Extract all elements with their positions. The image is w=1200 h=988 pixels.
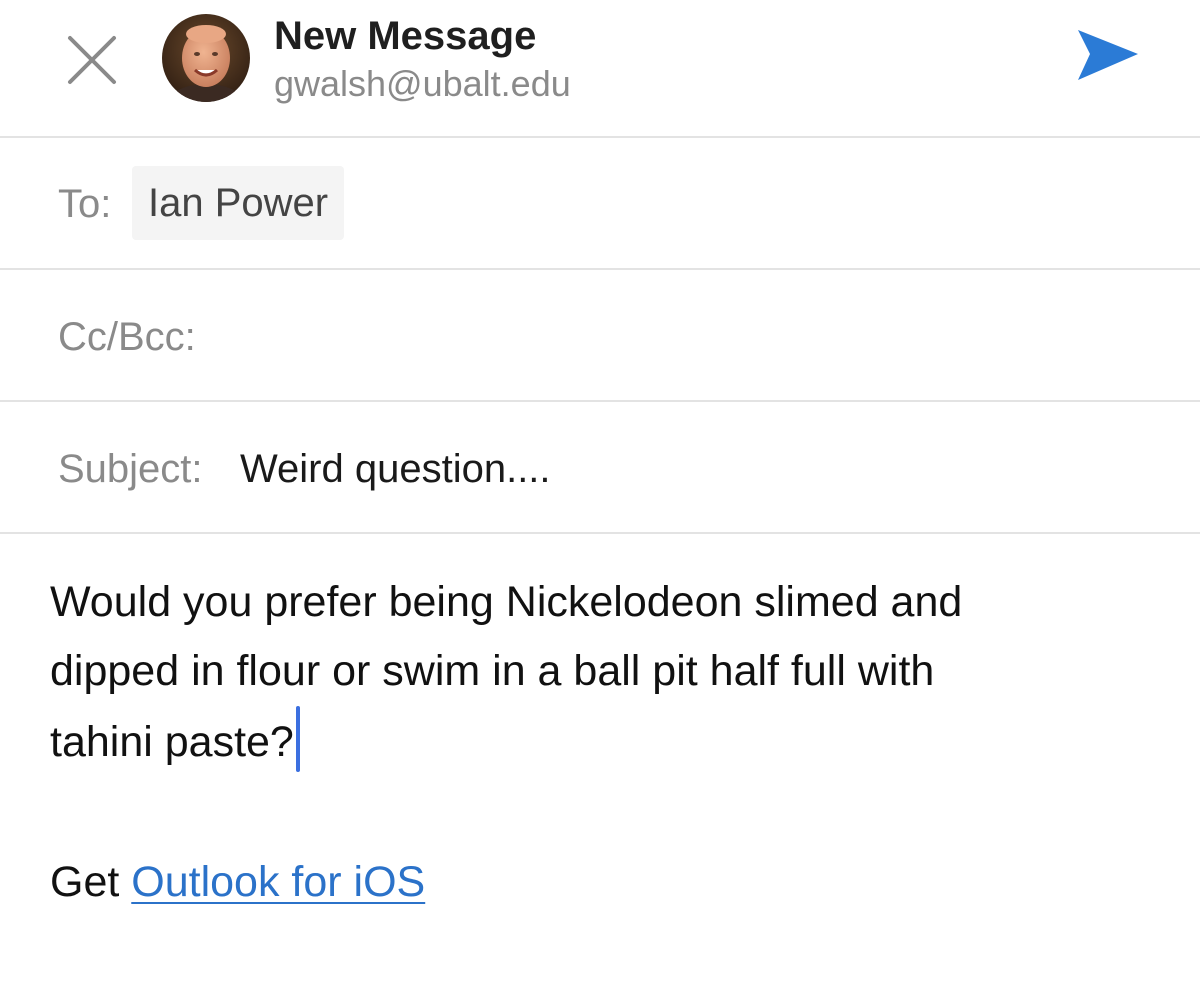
body-line: dipped in flour or swim in a ball pit ha… xyxy=(50,637,1110,706)
close-icon xyxy=(68,36,116,84)
compose-header: New Message gwalsh@ubalt.edu xyxy=(0,0,1200,138)
signature: Get Outlook for iOS xyxy=(50,852,425,912)
to-label: To: xyxy=(58,182,112,226)
recipient-chip[interactable]: Ian Power xyxy=(132,166,345,240)
send-button[interactable] xyxy=(1072,24,1144,90)
avatar-photo xyxy=(162,14,250,102)
cc-bcc-field-row[interactable]: Cc/Bcc: xyxy=(0,270,1200,402)
text-cursor xyxy=(295,706,300,772)
subject-label: Subject: xyxy=(58,447,203,491)
body-line-text: tahini paste? xyxy=(50,718,294,766)
subject-input[interactable]: Weird question.... xyxy=(240,445,551,493)
send-icon xyxy=(1078,30,1138,80)
body-line: tahini paste? xyxy=(50,706,1110,777)
body-line: Would you prefer being Nickelodeon slime… xyxy=(50,578,963,626)
close-button[interactable] xyxy=(60,28,124,92)
body-line-text: dipped in flour or swim in a ball pit ha… xyxy=(50,647,935,695)
compose-screen: New Message gwalsh@ubalt.edu To: Ian Pow… xyxy=(0,0,1200,988)
message-body[interactable]: Would you prefer being Nickelodeon slime… xyxy=(50,568,1110,777)
compose-title: New Message xyxy=(274,14,537,58)
cc-bcc-label: Cc/Bcc: xyxy=(58,315,196,359)
sender-account[interactable]: gwalsh@ubalt.edu xyxy=(274,62,571,106)
to-field-row[interactable]: To: Ian Power xyxy=(0,138,1200,270)
outlook-ios-link[interactable]: Outlook for iOS xyxy=(131,858,425,906)
subject-field-row[interactable]: Subject: Weird question.... xyxy=(0,402,1200,534)
avatar[interactable] xyxy=(162,14,250,102)
signature-prefix: Get xyxy=(50,858,120,906)
